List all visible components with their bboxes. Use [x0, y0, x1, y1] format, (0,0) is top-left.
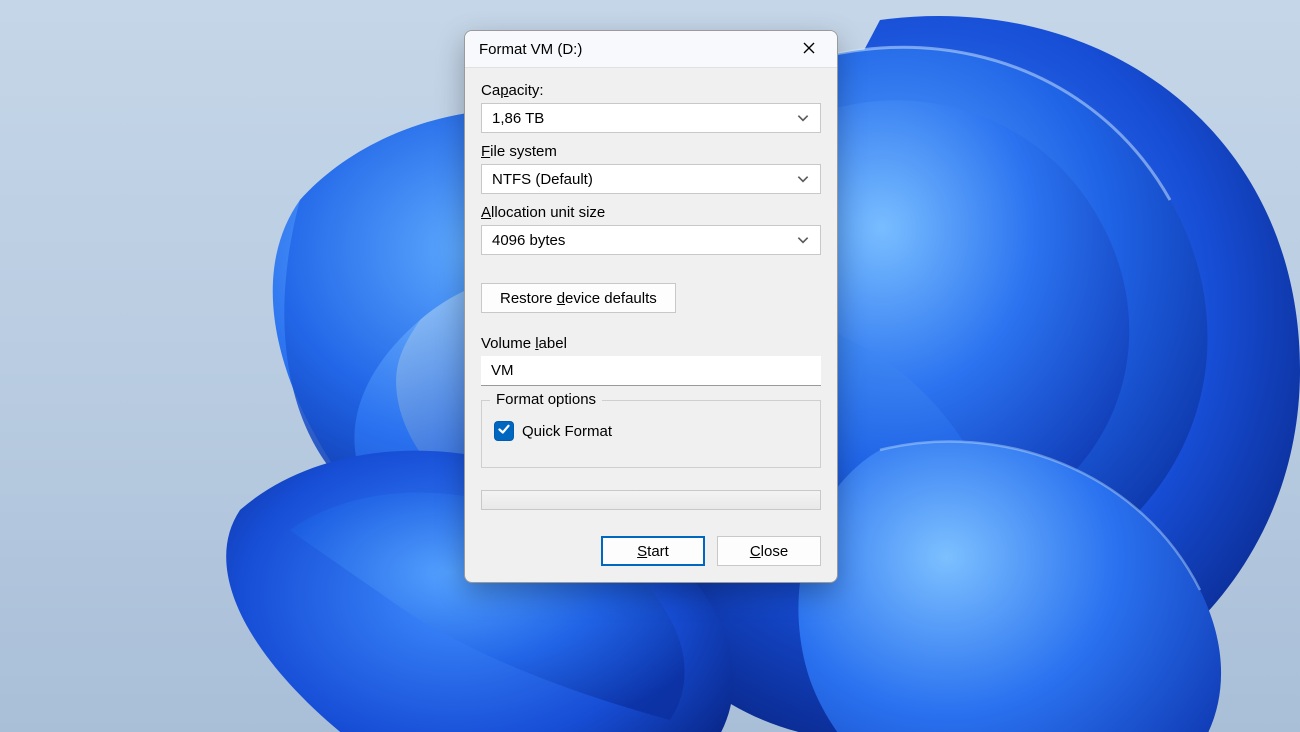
format-options-legend: Format options	[490, 391, 602, 408]
close-icon	[803, 41, 815, 58]
capacity-combobox[interactable]: 1,86 TB	[481, 103, 821, 133]
volume-label-textbox[interactable]	[481, 356, 821, 386]
volume-label: Volume label	[481, 335, 821, 352]
close-button[interactable]	[789, 34, 829, 64]
quick-format-checkbox[interactable]	[494, 421, 514, 441]
capacity-value: 1,86 TB	[492, 110, 796, 127]
format-options-group: Format options Quick Format	[481, 400, 821, 468]
format-progress-bar	[481, 490, 821, 510]
window-title: Format VM (D:)	[479, 41, 789, 58]
volume-label-input[interactable]	[491, 362, 811, 379]
filesystem-combobox[interactable]: NTFS (Default)	[481, 164, 821, 194]
restore-defaults-button[interactable]: Restore device defaults	[481, 283, 676, 313]
allocation-combobox[interactable]: 4096 bytes	[481, 225, 821, 255]
quick-format-label[interactable]: Quick Format	[522, 423, 612, 440]
close-dialog-button[interactable]: Close	[717, 536, 821, 566]
allocation-value: 4096 bytes	[492, 232, 796, 249]
dialog-body: Capacity: 1,86 TB File system NTFS (Defa…	[465, 68, 837, 582]
start-button[interactable]: Start	[601, 536, 705, 566]
filesystem-value: NTFS (Default)	[492, 171, 796, 188]
dialog-footer: Start Close	[481, 536, 821, 566]
chevron-down-icon	[796, 111, 810, 125]
check-icon	[497, 422, 511, 440]
chevron-down-icon	[796, 233, 810, 247]
format-dialog: Format VM (D:) Capacity: 1,86 TB File sy…	[464, 30, 838, 583]
chevron-down-icon	[796, 172, 810, 186]
titlebar[interactable]: Format VM (D:)	[465, 31, 837, 68]
allocation-label: Allocation unit size	[481, 204, 821, 221]
filesystem-label: File system	[481, 143, 821, 160]
capacity-label: Capacity:	[481, 82, 821, 99]
